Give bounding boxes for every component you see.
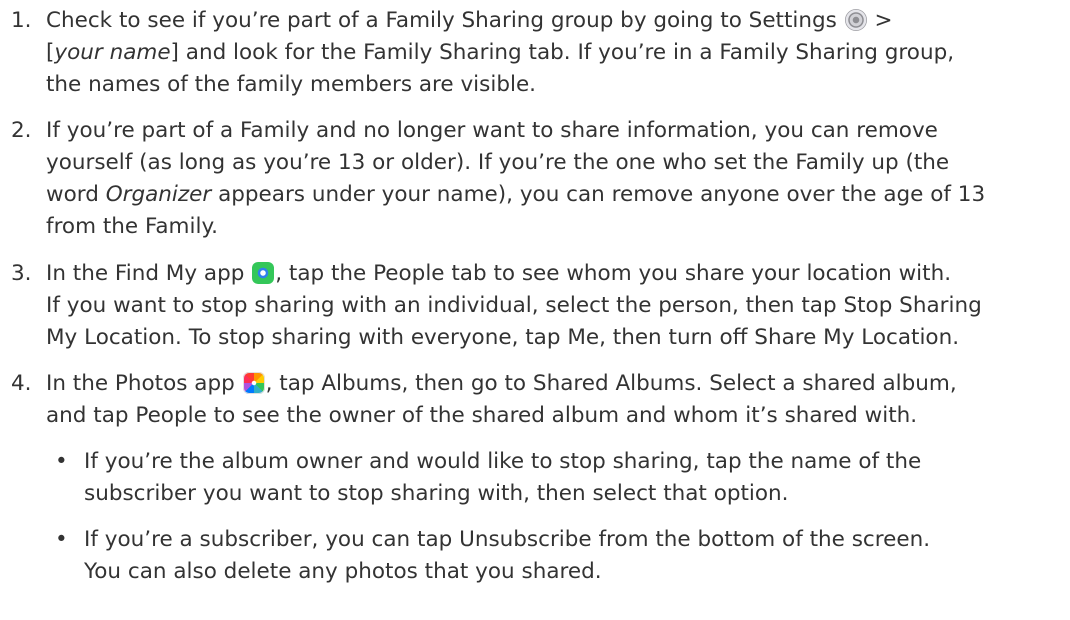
text-run: Check to see if you’re part of a Family … <box>46 8 837 33</box>
list-item-4: 4. In the Photos app , tap Albums, then … <box>11 368 1061 432</box>
text-run: appears under your name), you can remove… <box>211 182 986 207</box>
list-item-1: 1. Check to see if you’re part of a Fami… <box>11 5 1061 101</box>
item-line: My Location. To stop sharing with everyo… <box>46 325 960 350</box>
item-line: If you want to stop sharing with an indi… <box>46 293 982 318</box>
text-run: , tap the People tab to see whom you sha… <box>275 261 952 286</box>
item-line: In the Photos app , tap Albums, then go … <box>46 368 1061 400</box>
item-text: Check to see if you’re part of a Family … <box>46 5 1061 101</box>
instructions-document: 1. Check to see if you’re part of a Fami… <box>0 0 1070 620</box>
item-line: and tap People to see the owner of the s… <box>46 403 918 428</box>
item-line: from the Family. <box>46 214 218 239</box>
text-run: word <box>46 182 106 207</box>
bullet: • <box>55 449 68 474</box>
list-item-3: 3. In the Find My app , tap the People t… <box>11 258 1061 354</box>
item-line: If you’re a subscriber, you can tap Unsu… <box>84 527 931 552</box>
item-number: 4. <box>11 371 32 396</box>
item-line: Check to see if you’re part of a Family … <box>46 5 1061 37</box>
item-text: If you’re a subscriber, you can tap Unsu… <box>84 524 1055 588</box>
item-line: yourself (as long as you’re 13 or older)… <box>46 150 950 175</box>
bullet: • <box>55 527 68 552</box>
item-line: In the Find My app , tap the People tab … <box>46 258 1061 290</box>
text-run: In the Find My app <box>46 261 252 286</box>
item-text: In the Photos app , tap Albums, then go … <box>46 368 1061 432</box>
photos-icon <box>242 372 265 394</box>
item-line: subscriber you want to stop sharing with… <box>84 481 789 506</box>
item-number: 2. <box>11 118 32 143</box>
emphasis-text: Organizer <box>105 182 212 207</box>
text-run: , tap Albums, then go to Shared Albums. … <box>265 371 957 396</box>
item-text: If you’re part of a Family and no longer… <box>46 115 1061 243</box>
item-line: If you’re the album owner and would like… <box>84 449 922 474</box>
item-text: In the Find My app , tap the People tab … <box>46 258 1061 354</box>
settings-icon <box>844 9 867 31</box>
item-number: 3. <box>11 261 32 286</box>
emphasis-text: your name <box>54 40 171 65</box>
list-item-2: 2. If you’re part of a Family and no lon… <box>11 115 1061 243</box>
item-line: You can also delete any photos that you … <box>84 559 602 584</box>
item-line: [your name] and look for the Family Shar… <box>46 37 1061 69</box>
text-run: In the Photos app <box>46 371 242 396</box>
text-run: > <box>867 8 893 33</box>
item-line: If you’re part of a Family and no longer… <box>46 118 938 143</box>
find-my-icon <box>252 262 275 284</box>
sub-list-item-1: • If you’re the album owner and would li… <box>55 446 1055 510</box>
item-line: word Organizer appears under your name),… <box>46 179 1061 211</box>
item-line: the names of the family members are visi… <box>46 72 537 97</box>
text-run: ] and look for the Family Sharing tab. I… <box>170 40 955 65</box>
sub-list-item-2: • If you’re a subscriber, you can tap Un… <box>55 524 1055 588</box>
item-text: If you’re the album owner and would like… <box>84 446 1055 510</box>
item-number: 1. <box>11 8 32 33</box>
